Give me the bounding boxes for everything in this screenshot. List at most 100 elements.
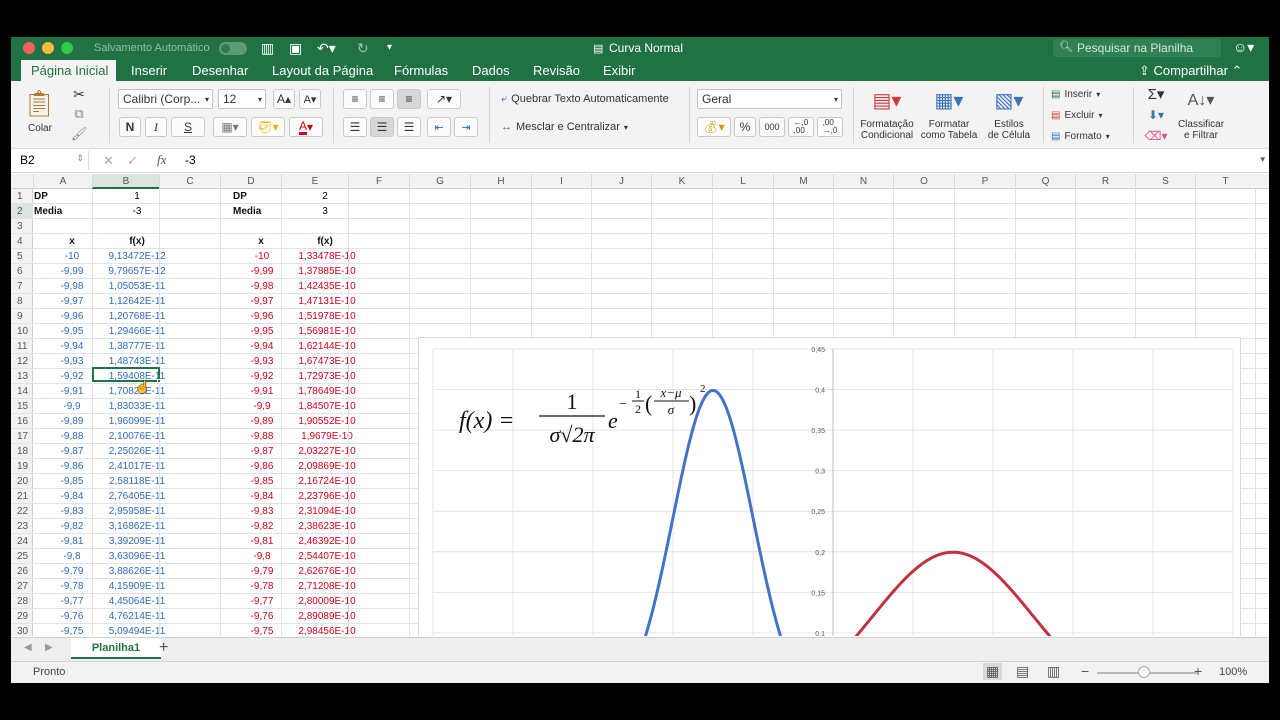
row-header[interactable]: 20 [11, 474, 33, 489]
cell-fx2[interactable]: 2,31094E-10 [291, 504, 363, 519]
cell-b1[interactable]: 1 [103, 189, 171, 204]
cell-a4[interactable]: x [42, 234, 102, 249]
cell-fx1[interactable]: 1,05053E-11 [103, 279, 171, 294]
enter-icon[interactable]: ✓ [127, 153, 138, 169]
row-header[interactable]: 28 [11, 594, 33, 609]
cell-x2[interactable]: -9,93 [231, 354, 293, 369]
save-icon[interactable]: ▣ [289, 40, 302, 57]
cell-x1[interactable]: -9,95 [41, 324, 103, 339]
cell-fx1[interactable]: 9,79657E-12 [103, 264, 171, 279]
row-header[interactable]: 17 [11, 429, 33, 444]
cell-x1[interactable]: -9,99 [41, 264, 103, 279]
cell-x2[interactable]: -9,82 [231, 519, 293, 534]
tab-pagina-inicial[interactable]: Página Inicial [21, 60, 116, 81]
column-header[interactable]: O [893, 174, 954, 189]
cell-fx2[interactable]: 1,67473E-10 [291, 354, 363, 369]
cell-fx1[interactable]: 3,16862E-11 [103, 519, 171, 534]
cell-fx2[interactable]: 2,03227E-10 [291, 444, 363, 459]
cell-x1[interactable]: -9,98 [41, 279, 103, 294]
row-header[interactable]: 14 [11, 384, 33, 399]
cell-x2[interactable]: -9,79 [231, 564, 293, 579]
column-header[interactable]: H [470, 174, 531, 189]
number-format-select[interactable]: Geral ▾ [697, 89, 842, 109]
scroll-right-icon[interactable]: ▶ [45, 642, 53, 653]
cell-x2[interactable]: -9,86 [231, 459, 293, 474]
cell-x1[interactable]: -9,88 [41, 429, 103, 444]
cell-x1[interactable]: -9,8 [41, 549, 103, 564]
column-header[interactable]: G [409, 174, 470, 189]
row-header[interactable]: 29 [11, 609, 33, 624]
cell-fx1[interactable]: 2,41017E-11 [103, 459, 171, 474]
cell-x2[interactable]: -9,85 [231, 474, 293, 489]
cell-fx1[interactable]: 3,63096E-11 [103, 549, 171, 564]
cell-x1[interactable]: -9,89 [41, 414, 103, 429]
cell-fx1[interactable]: 3,88626E-11 [103, 564, 171, 579]
row-header[interactable]: 9 [11, 309, 33, 324]
decrease-decimal-button[interactable]: ,00 →,0 [817, 117, 843, 137]
cell-fx1[interactable]: 1,38777E-11 [103, 339, 171, 354]
column-header[interactable]: C [159, 174, 220, 189]
cell-fx1[interactable]: 2,76405E-11 [103, 489, 171, 504]
insert-cells-button[interactable]: ▤ Inserir ▾ [1051, 85, 1100, 103]
cell-fx1[interactable]: 2,25026E-11 [103, 444, 171, 459]
cut-icon[interactable]: ✂ [69, 85, 89, 103]
cell-fx1[interactable]: 4,15909E-11 [103, 579, 171, 594]
sidebar-icon[interactable]: ▥ [261, 40, 274, 57]
cell-fx2[interactable]: 1,33478E-10 [291, 249, 363, 264]
cell-fx1[interactable]: 1,12642E-11 [103, 294, 171, 309]
row-header[interactable]: 8 [11, 294, 33, 309]
cell-x2[interactable]: -9,87 [231, 444, 293, 459]
fill-icon[interactable]: ⬇▾ [1141, 106, 1171, 124]
column-header[interactable]: D [220, 174, 281, 189]
redo-icon[interactable]: ↻ [357, 40, 369, 57]
cell-fx1[interactable]: 1,96099E-11 [103, 414, 171, 429]
cell-fx1[interactable]: 3,39209E-11 [103, 534, 171, 549]
cell-fx1[interactable]: 4,45064E-11 [103, 594, 171, 609]
insert-function-button[interactable]: fx [157, 152, 166, 168]
cell-fx1[interactable]: 2,58118E-11 [103, 474, 171, 489]
page-layout-view-icon[interactable]: ▤ [1016, 663, 1029, 680]
cell-fx1[interactable]: 2,95958E-11 [103, 504, 171, 519]
autosum-icon[interactable]: Σ▾ [1141, 85, 1171, 103]
cell-fx2[interactable]: 2,46392E-10 [291, 534, 363, 549]
column-header[interactable]: R [1075, 174, 1135, 189]
copy-icon[interactable]: ⧉ [69, 105, 89, 123]
tab-exibir[interactable]: Exibir [603, 63, 636, 78]
column-header[interactable]: A [33, 174, 92, 189]
autosave-toggle[interactable] [219, 42, 247, 55]
cell-b4[interactable]: f(x) [103, 234, 171, 249]
row-header[interactable]: 3 [11, 219, 33, 234]
cell-fx2[interactable]: 1,47131E-10 [291, 294, 363, 309]
cell-x1[interactable]: -9,83 [41, 504, 103, 519]
cell-fx1[interactable]: 2,10076E-11 [103, 429, 171, 444]
column-header[interactable]: E [281, 174, 348, 189]
font-color-button[interactable]: A ▾ [289, 117, 323, 137]
tab-formulas[interactable]: Fórmulas [394, 63, 448, 78]
row-header[interactable]: 11 [11, 339, 33, 354]
format-table-icon[interactable]: ▦▾ [931, 85, 967, 115]
cell-x1[interactable]: -9,96 [41, 309, 103, 324]
cell-x1[interactable]: -9,76 [41, 609, 103, 624]
column-header[interactable]: T [1195, 174, 1255, 189]
cell-x2[interactable]: -9,78 [231, 579, 293, 594]
format-painter-icon[interactable]: 🖌︎ [69, 125, 89, 143]
cell-x2[interactable]: -9,8 [231, 549, 293, 564]
zoom-in-icon[interactable]: + [1194, 663, 1202, 679]
row-header[interactable]: 27 [11, 579, 33, 594]
undo-icon[interactable]: ↶▾ [317, 40, 336, 57]
cell-x2[interactable]: -9,84 [231, 489, 293, 504]
cell-x2[interactable]: -9,89 [231, 414, 293, 429]
column-header[interactable]: K [651, 174, 712, 189]
row-header[interactable]: 19 [11, 459, 33, 474]
cell-x1[interactable]: -9,9 [41, 399, 103, 414]
cell-x1[interactable]: -9,94 [41, 339, 103, 354]
cell-x2[interactable]: -9,91 [231, 384, 293, 399]
column-header[interactable]: J [591, 174, 651, 189]
cell-x2[interactable]: -10 [231, 249, 293, 264]
cell-d1[interactable]: DP [233, 189, 247, 204]
row-header[interactable]: 7 [11, 279, 33, 294]
zoom-window-button[interactable] [61, 42, 73, 54]
cell-x1[interactable]: -9,75 [41, 624, 103, 636]
cell-b2[interactable]: -3 [103, 204, 171, 219]
merge-center-button[interactable]: ↔ Mesclar e Centralizar ▾ [501, 117, 628, 137]
